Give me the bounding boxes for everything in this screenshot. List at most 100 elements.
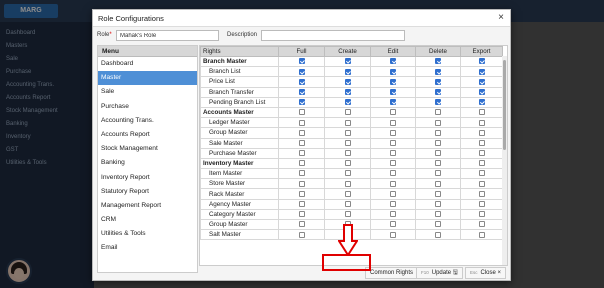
menu-item-sale[interactable]: Sale: [98, 85, 197, 99]
checkbox-create[interactable]: [344, 119, 351, 126]
checkbox-full[interactable]: [298, 88, 305, 95]
checkbox-export[interactable]: [478, 68, 485, 75]
checkbox-delete[interactable]: [435, 99, 441, 106]
checkbox-export[interactable]: [478, 78, 485, 85]
checkbox-export[interactable]: [478, 180, 485, 187]
checkbox-full[interactable]: [298, 58, 305, 65]
checkbox-edit[interactable]: [390, 231, 396, 238]
checkbox-edit[interactable]: [390, 201, 396, 208]
checkbox-create[interactable]: [344, 201, 351, 208]
checkbox-delete[interactable]: [435, 119, 441, 126]
description-input[interactable]: [261, 30, 405, 41]
checkbox-delete[interactable]: [435, 190, 441, 197]
checkbox-create[interactable]: [344, 129, 351, 136]
menu-item-stock-management[interactable]: Stock Management: [98, 142, 197, 156]
checkbox-edit[interactable]: [390, 88, 396, 95]
checkbox-edit[interactable]: [390, 190, 396, 197]
checkbox-full[interactable]: [298, 68, 305, 75]
checkbox-create[interactable]: [344, 170, 351, 177]
menu-item-crm[interactable]: CRM: [98, 213, 197, 227]
checkbox-create[interactable]: [344, 78, 351, 85]
menu-item-accounts-report[interactable]: Accounts Report: [98, 128, 197, 142]
checkbox-delete[interactable]: [435, 160, 441, 167]
checkbox-create[interactable]: [344, 150, 351, 157]
checkbox-delete[interactable]: [435, 88, 441, 95]
checkbox-full[interactable]: [298, 190, 305, 197]
checkbox-edit[interactable]: [390, 211, 396, 218]
checkbox-export[interactable]: [478, 231, 485, 238]
checkbox-export[interactable]: [478, 139, 485, 146]
checkbox-full[interactable]: [298, 170, 305, 177]
menu-item-purchase[interactable]: Purchase: [98, 100, 197, 114]
checkbox-create[interactable]: [344, 160, 351, 167]
checkbox-full[interactable]: [298, 109, 305, 116]
checkbox-full[interactable]: [298, 78, 305, 85]
checkbox-delete[interactable]: [435, 129, 441, 136]
checkbox-export[interactable]: [478, 99, 485, 106]
checkbox-edit[interactable]: [390, 150, 396, 157]
checkbox-create[interactable]: [344, 58, 351, 65]
checkbox-create[interactable]: [344, 139, 351, 146]
checkbox-create[interactable]: [344, 180, 351, 187]
close-icon[interactable]: ×: [496, 13, 506, 23]
update-button[interactable]: F10 Update 🖫: [416, 267, 463, 279]
checkbox-create[interactable]: [344, 211, 351, 218]
checkbox-export[interactable]: [478, 170, 485, 177]
checkbox-create[interactable]: [344, 190, 351, 197]
checkbox-edit[interactable]: [390, 139, 396, 146]
checkbox-delete[interactable]: [435, 78, 441, 85]
checkbox-edit[interactable]: [390, 170, 396, 177]
checkbox-edit[interactable]: [390, 99, 396, 106]
checkbox-edit[interactable]: [390, 109, 396, 116]
checkbox-edit[interactable]: [390, 160, 396, 167]
checkbox-export[interactable]: [478, 129, 485, 136]
checkbox-full[interactable]: [298, 231, 305, 238]
checkbox-delete[interactable]: [435, 201, 441, 208]
checkbox-delete[interactable]: [435, 231, 441, 238]
checkbox-delete[interactable]: [435, 180, 441, 187]
checkbox-export[interactable]: [478, 160, 485, 167]
checkbox-delete[interactable]: [435, 58, 441, 65]
checkbox-delete[interactable]: [435, 109, 441, 116]
checkbox-export[interactable]: [478, 58, 485, 65]
checkbox-create[interactable]: [344, 99, 351, 106]
checkbox-export[interactable]: [478, 190, 485, 197]
checkbox-full[interactable]: [298, 129, 305, 136]
menu-item-management-report[interactable]: Management Report: [98, 199, 197, 213]
checkbox-full[interactable]: [298, 99, 305, 106]
checkbox-delete[interactable]: [435, 170, 441, 177]
checkbox-delete[interactable]: [435, 221, 441, 228]
checkbox-delete[interactable]: [435, 139, 441, 146]
checkbox-full[interactable]: [298, 150, 305, 157]
checkbox-full[interactable]: [298, 221, 305, 228]
checkbox-edit[interactable]: [390, 58, 396, 65]
checkbox-create[interactable]: [344, 109, 351, 116]
checkbox-export[interactable]: [478, 211, 485, 218]
checkbox-full[interactable]: [298, 180, 305, 187]
checkbox-export[interactable]: [478, 201, 485, 208]
checkbox-full[interactable]: [298, 119, 305, 126]
menu-item-utilities-tools[interactable]: Utilities & Tools: [98, 227, 197, 241]
checkbox-export[interactable]: [478, 88, 485, 95]
menu-item-dashboard[interactable]: Dashboard: [98, 57, 197, 71]
table-scrollbar[interactable]: [502, 56, 507, 265]
checkbox-export[interactable]: [478, 109, 485, 116]
checkbox-create[interactable]: [344, 88, 351, 95]
checkbox-delete[interactable]: [435, 68, 441, 75]
menu-item-inventory-report[interactable]: Inventory Report: [98, 171, 197, 185]
menu-item-accounting-trans[interactable]: Accounting Trans.: [98, 114, 197, 128]
close-button[interactable]: Esc Close ×: [465, 267, 507, 279]
checkbox-export[interactable]: [478, 221, 485, 228]
role-input[interactable]: [116, 30, 219, 41]
checkbox-full[interactable]: [298, 160, 305, 167]
checkbox-create[interactable]: [344, 68, 351, 75]
menu-item-email[interactable]: Email: [98, 241, 197, 255]
checkbox-export[interactable]: [478, 150, 485, 157]
common-rights-button[interactable]: Common Rights: [365, 267, 419, 279]
checkbox-edit[interactable]: [390, 180, 396, 187]
checkbox-edit[interactable]: [390, 129, 396, 136]
checkbox-delete[interactable]: [435, 211, 441, 218]
menu-item-master[interactable]: Master: [98, 71, 197, 86]
checkbox-edit[interactable]: [390, 78, 396, 85]
menu-item-banking[interactable]: Banking: [98, 156, 197, 170]
